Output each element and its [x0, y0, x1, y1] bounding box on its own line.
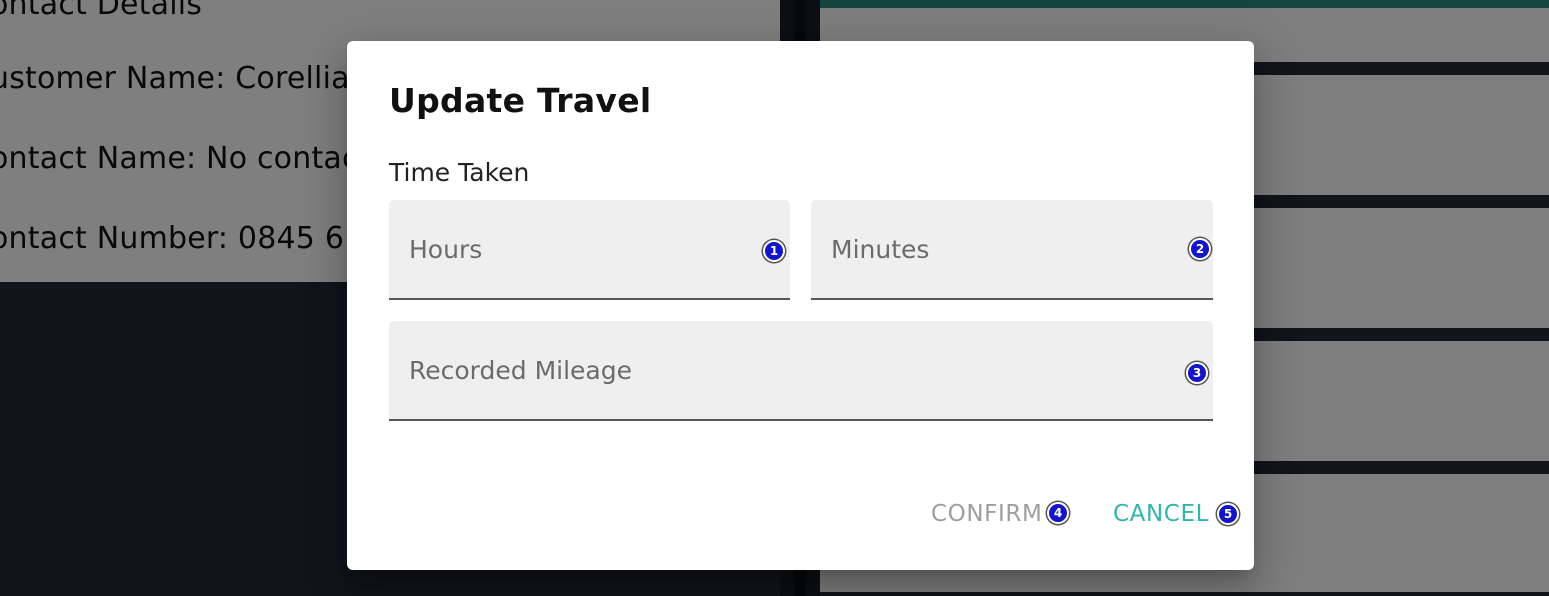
- update-travel-dialog: Update Travel Time Taken CONFIRM CANCEL …: [347, 41, 1254, 570]
- annotation-badge: 4: [1047, 502, 1069, 524]
- dialog-title: Update Travel: [389, 81, 652, 120]
- recorded-mileage-input[interactable]: [389, 321, 1213, 419]
- cancel-button[interactable]: CANCEL: [1113, 501, 1209, 527]
- annotation-badge: 1: [763, 240, 785, 262]
- annotation-badge: 3: [1186, 362, 1208, 384]
- annotation-badge: 5: [1217, 503, 1239, 525]
- minutes-field[interactable]: [811, 200, 1213, 300]
- annotation-badge: 2: [1189, 238, 1211, 260]
- minutes-input[interactable]: [811, 200, 1213, 298]
- confirm-button[interactable]: CONFIRM: [931, 501, 1042, 527]
- hours-input[interactable]: [389, 200, 790, 298]
- mileage-field[interactable]: [389, 321, 1213, 421]
- hours-field[interactable]: [389, 200, 790, 300]
- time-taken-label: Time Taken: [389, 158, 530, 187]
